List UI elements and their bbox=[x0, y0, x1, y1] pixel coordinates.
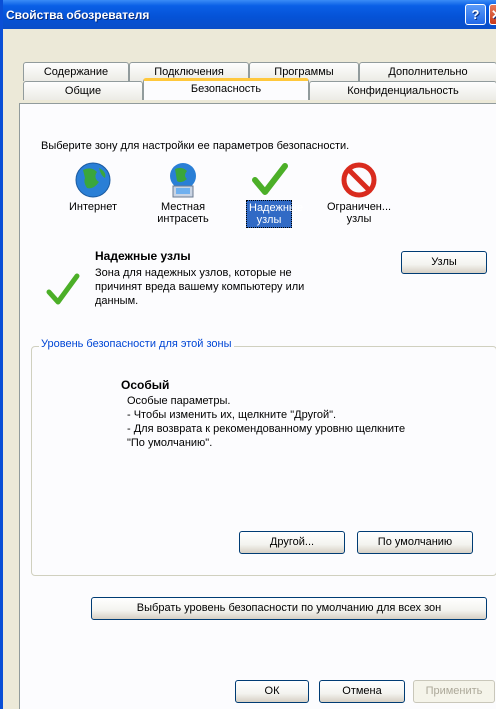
tab-advanced[interactable]: Дополнительно bbox=[359, 62, 496, 81]
ok-button[interactable]: ОК bbox=[235, 680, 309, 703]
security-level-line: "По умолчанию". bbox=[127, 437, 213, 449]
apply-button[interactable]: Применить bbox=[413, 680, 495, 703]
checkmark-icon bbox=[229, 160, 309, 200]
reset-all-zones-button[interactable]: Выбрать уровень безопасности по умолчани… bbox=[91, 597, 487, 620]
selected-zone-icon bbox=[43, 270, 83, 313]
close-icon: ✕ bbox=[491, 7, 496, 23]
security-level-line: Особые параметры. bbox=[127, 395, 231, 407]
default-level-button[interactable]: По умолчанию bbox=[357, 531, 473, 554]
title-bar[interactable]: Свойства обозревателя ? ✕ bbox=[3, 0, 496, 29]
close-button[interactable]: ✕ bbox=[489, 4, 496, 25]
zone-label: Интернет bbox=[69, 201, 117, 213]
zone-trusted-sites[interactable]: Надежные узлы bbox=[229, 160, 309, 228]
security-level-title: Особый bbox=[121, 378, 170, 392]
window-title: Свойства обозревателя bbox=[6, 7, 150, 22]
zone-internet[interactable]: Интернет bbox=[53, 160, 133, 214]
tab-content[interactable]: Содержание bbox=[23, 62, 129, 81]
zone-prompt: Выберите зону для настройки ее параметро… bbox=[41, 140, 350, 152]
cancel-button[interactable]: Отмена bbox=[319, 680, 405, 703]
security-level-group-label: Уровень безопасности для этой зоны bbox=[39, 338, 234, 350]
restricted-icon bbox=[319, 160, 399, 200]
zone-label: Местная интрасеть bbox=[157, 201, 209, 225]
tab-general[interactable]: Общие bbox=[23, 81, 143, 100]
local-intranet-icon bbox=[143, 160, 223, 200]
selected-zone-title: Надежные узлы bbox=[95, 249, 191, 263]
zone-local-intranet[interactable]: Местная интрасеть bbox=[143, 160, 223, 226]
help-icon: ? bbox=[471, 7, 480, 22]
tab-security[interactable]: Безопасность bbox=[143, 78, 309, 100]
security-level-line: - Для возврата к рекомендованному уровню… bbox=[127, 423, 406, 435]
help-button[interactable]: ? bbox=[465, 4, 486, 25]
selected-zone-description: Зона для надежных узлов, которые не прич… bbox=[95, 267, 305, 307]
internet-options-window: Свойства обозревателя ? ✕ Содержание Под… bbox=[0, 0, 496, 709]
zone-label: Ограничен... узлы bbox=[326, 201, 392, 225]
globe-icon bbox=[53, 160, 133, 200]
sites-button[interactable]: Узлы bbox=[401, 251, 487, 274]
custom-level-button[interactable]: Другой... bbox=[239, 531, 345, 554]
tab-privacy[interactable]: Конфиденциальность bbox=[309, 81, 496, 100]
zone-label: Надежные узлы bbox=[246, 200, 303, 228]
zone-restricted-sites[interactable]: Ограничен... узлы bbox=[319, 160, 399, 226]
security-level-line: - Чтобы изменить их, щелкните "Другой". bbox=[127, 409, 337, 421]
